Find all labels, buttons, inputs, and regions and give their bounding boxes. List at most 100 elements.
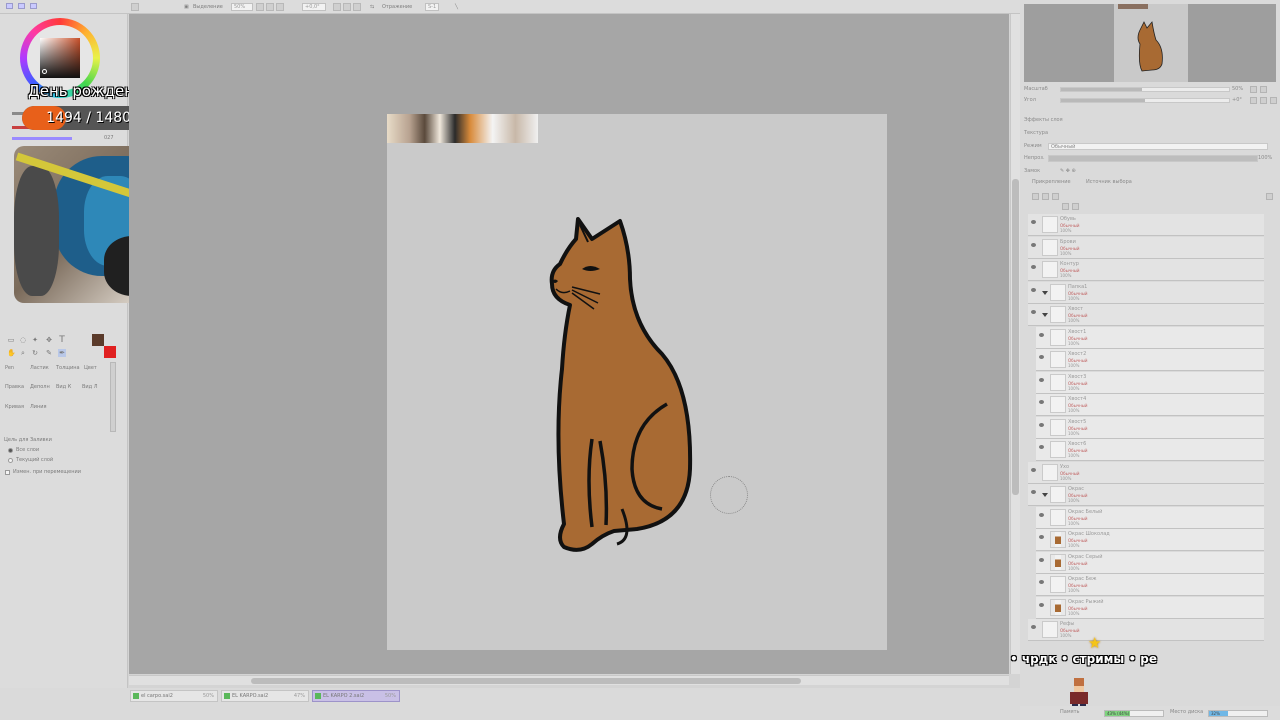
pen-tool-icon[interactable]: ✒ <box>58 349 66 357</box>
eye-icon[interactable] <box>1039 557 1044 562</box>
rotate-right-button[interactable] <box>343 3 351 11</box>
eye-icon[interactable] <box>1039 445 1044 449</box>
zoom-out-button[interactable] <box>256 3 264 11</box>
layer-row[interactable]: Окрас Обычный 100% <box>1028 484 1264 506</box>
layer-row[interactable]: Брови Обычный 100% <box>1028 236 1264 259</box>
layer-row[interactable]: Рефы Обычный 100% <box>1028 619 1264 641</box>
tool-thickness-label[interactable]: Толщина <box>56 365 80 371</box>
file-tab-1[interactable]: EL KARPO.sai2 47% <box>221 690 309 702</box>
rotation-field[interactable]: +0,0° <box>302 3 326 11</box>
tool-list-scrollbar[interactable] <box>110 362 116 432</box>
tool-edit-label[interactable]: Правка <box>5 384 24 390</box>
layer-row[interactable]: Окрас Серый Обычный 100% <box>1036 551 1264 574</box>
angle-slider[interactable] <box>1060 98 1230 103</box>
lock-icons[interactable]: ✎ ✥ ⊕ <box>1060 168 1076 174</box>
layer-row[interactable]: Папка1 Обычный 100% <box>1028 281 1264 304</box>
stabilizer-field[interactable]: S-1 <box>425 3 439 11</box>
eye-icon[interactable] <box>1039 535 1044 539</box>
layer-row[interactable]: Хвост2 Обычный 100% <box>1036 349 1264 371</box>
texture-toggle[interactable]: Текстура <box>1024 130 1048 136</box>
tool-view-l-label[interactable]: Вид Л <box>82 384 98 390</box>
folder-expand-icon[interactable] <box>1042 493 1048 497</box>
tool-line-label[interactable]: Линия <box>30 404 47 410</box>
canvas-horizontal-scrollbar[interactable] <box>129 675 1009 685</box>
eye-icon[interactable] <box>1039 377 1044 382</box>
clip-checkbox[interactable]: Прикрепление <box>1032 179 1071 185</box>
rotate-left-button[interactable] <box>333 3 341 11</box>
undo-button[interactable] <box>131 3 139 11</box>
layer-row[interactable]: Контур Обычный 100% <box>1028 259 1264 281</box>
hand-icon[interactable]: ✋ <box>7 349 16 357</box>
zoom-slider[interactable] <box>1060 87 1230 92</box>
fill-all-layers-radio[interactable] <box>8 448 13 453</box>
secondary-color-swatch[interactable] <box>104 346 116 358</box>
navigator-preview[interactable] <box>1024 4 1276 82</box>
flip-icon[interactable]: ⇆ <box>370 3 374 11</box>
primary-color-swatch[interactable] <box>92 334 104 346</box>
file-tab-0[interactable]: el carpo.sai2 50% <box>130 690 218 702</box>
keep-on-move-checkbox[interactable] <box>5 470 10 475</box>
layer-panel-menu-button[interactable] <box>1266 193 1273 200</box>
eye-icon[interactable] <box>1031 220 1036 224</box>
angle-right-button[interactable] <box>1260 97 1267 104</box>
folder-expand-icon[interactable] <box>1042 290 1048 295</box>
lasso-icon[interactable]: ◌ <box>19 336 27 344</box>
layer-row[interactable]: Окрас Беж Обычный 100% <box>1036 574 1264 596</box>
selection-visibility-icon[interactable]: ▣ <box>184 3 189 11</box>
zoom-minus-button[interactable] <box>1250 86 1257 93</box>
eye-icon[interactable] <box>1039 602 1044 607</box>
layer-row[interactable]: Хвост4 Обычный 100% <box>1036 394 1264 416</box>
eye-icon[interactable] <box>1039 422 1044 427</box>
color-picker-handle[interactable] <box>42 69 47 74</box>
color-wheel-tab[interactable] <box>6 3 13 9</box>
layer-row[interactable]: Хвост1 Обычный 100% <box>1036 326 1264 349</box>
new-vector-layer-button[interactable] <box>1052 193 1059 200</box>
rotate-reset-button[interactable] <box>353 3 361 11</box>
zoom-plus-button[interactable] <box>1260 86 1267 93</box>
angle-reset-button[interactable] <box>1270 97 1277 104</box>
fill-current-layer-radio[interactable] <box>8 458 13 463</box>
eye-icon[interactable] <box>1039 400 1044 404</box>
eye-icon[interactable] <box>1039 580 1044 584</box>
file-tab-2[interactable]: EL KARPO 2.sai2 50% <box>312 690 400 702</box>
blend-mode-select[interactable]: Обычный <box>1048 143 1268 150</box>
text-tool-icon[interactable]: T <box>58 336 66 345</box>
new-folder-button[interactable] <box>1042 193 1049 200</box>
layer-row[interactable]: Хвост5 Обычный 100% <box>1036 416 1264 439</box>
layer-row[interactable]: Окрас Шоколад Обычный 100% <box>1036 529 1264 551</box>
layer-row[interactable]: Хвост Обычный 100% <box>1028 304 1264 326</box>
tool-density-label[interactable]: Деполн <box>30 384 50 390</box>
clear-layer-button[interactable] <box>1072 203 1079 210</box>
eye-icon[interactable] <box>1039 512 1044 517</box>
eye-icon[interactable] <box>1031 310 1036 314</box>
move-icon[interactable]: ✥ <box>45 336 53 344</box>
canvas-document[interactable] <box>387 114 887 650</box>
layer-row[interactable]: Обувь Обычный 100% <box>1028 214 1264 236</box>
eye-icon[interactable] <box>1031 242 1036 247</box>
zoom-reset-button[interactable] <box>276 3 284 11</box>
color-hsv-tab[interactable] <box>30 3 37 9</box>
color-slider-3[interactable] <box>12 137 72 140</box>
layer-row[interactable]: Ухо Обычный 100% <box>1028 461 1264 484</box>
layer-row[interactable]: Окрас Рыжий Обычный 100% <box>1036 596 1264 619</box>
tool-pen-label[interactable]: Pen <box>5 365 14 371</box>
layer-row[interactable]: Хвост6 Обычный 100% <box>1036 439 1264 461</box>
folder-expand-icon[interactable] <box>1042 313 1048 317</box>
layer-row[interactable]: Хвост3 Обычный 100% <box>1036 371 1264 394</box>
selection-source-checkbox[interactable]: Источник выбора <box>1086 179 1132 185</box>
tool-eraser-label[interactable]: Ластик <box>30 365 49 371</box>
eye-icon[interactable] <box>1031 490 1036 494</box>
tool-view-k-label[interactable]: Вид К <box>56 384 71 390</box>
vertical-scroll-thumb[interactable] <box>1012 179 1019 495</box>
color-rgb-tab[interactable] <box>18 3 25 9</box>
zoom-field[interactable]: 50% <box>231 3 253 11</box>
horizontal-scroll-thumb[interactable] <box>251 678 801 684</box>
merge-layer-button[interactable] <box>1062 203 1069 210</box>
eye-icon[interactable] <box>1031 265 1036 269</box>
eye-icon[interactable] <box>1031 287 1036 292</box>
opacity-slider[interactable] <box>1048 155 1258 162</box>
layer-row[interactable]: Окрас Белый Обычный 100% <box>1036 506 1264 529</box>
eye-icon[interactable] <box>1039 355 1044 359</box>
eye-icon[interactable] <box>1039 332 1044 337</box>
canvas-area[interactable] <box>129 14 1009 674</box>
